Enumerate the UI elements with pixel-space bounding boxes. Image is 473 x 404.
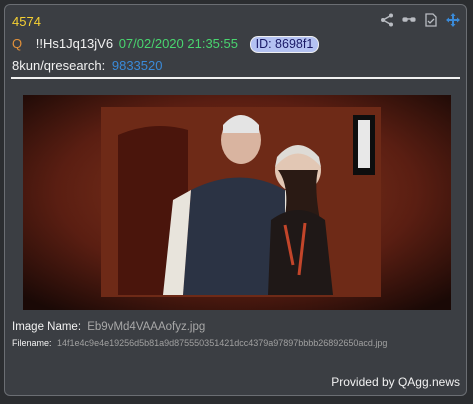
glasses-icon[interactable]: [402, 13, 416, 27]
document-icon[interactable]: [424, 13, 438, 27]
provided-by[interactable]: Provided by QAgg.news: [331, 375, 460, 389]
filename-value: 14f1e4c9e4e19256d5b81a9d875550351421dcc4…: [57, 338, 388, 348]
move-icon[interactable]: [446, 13, 460, 27]
board-line: 8kun/qresearch: 9833520: [12, 58, 162, 73]
post-image[interactable]: [23, 95, 451, 310]
divider: [11, 77, 460, 79]
image-name-row: Image Name: Eb9vMd4VAAAofyz.jpg: [12, 321, 205, 333]
image-name-label: Image Name:: [12, 321, 82, 333]
tripcode: !!Hs1Jq13jV6: [35, 36, 114, 51]
share-icon[interactable]: [380, 13, 394, 27]
post-meta: Q !!Hs1Jq13jV6 07/02/2020 21:35:55 ID: 8…: [12, 36, 320, 53]
id-badge[interactable]: ID: 8698f1: [249, 36, 320, 53]
post-actions: [380, 13, 460, 27]
post-card: 4574 Q !!Hs1Jq13jV6 07/02/2020 21:35:55 …: [4, 4, 467, 396]
filename-label: Filename:: [12, 338, 52, 348]
post-datetime: 07/02/2020 21:35:55: [118, 36, 238, 51]
thread-link[interactable]: 9833520: [112, 58, 163, 73]
board-name: 8kun/qresearch:: [12, 58, 106, 73]
filename-row: Filename: 14f1e4c9e4e19256d5b81a9d875550…: [12, 338, 387, 348]
post-number[interactable]: 4574: [12, 14, 41, 29]
q-marker: Q: [12, 36, 23, 51]
image-name-value: Eb9vMd4VAAAofyz.jpg: [87, 321, 206, 333]
